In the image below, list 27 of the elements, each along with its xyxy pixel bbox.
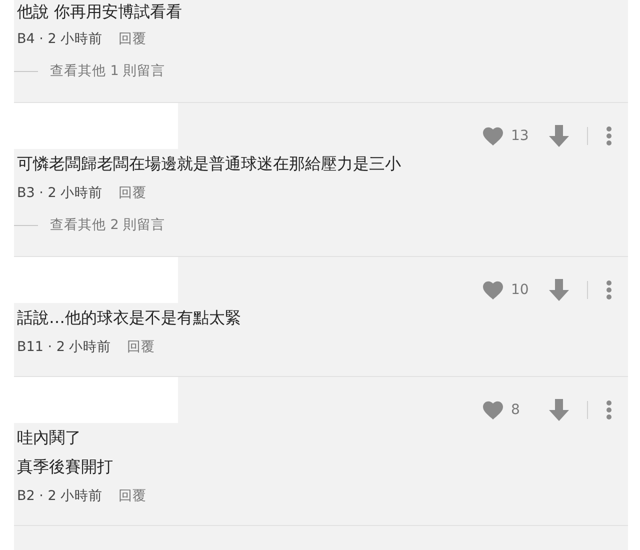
more-options-icon[interactable] [606,280,612,300]
comment-text: 哇內鬨了 [17,427,82,449]
view-replies-link[interactable]: 查看其他 2 則留言 [50,216,166,234]
like-count: 13 [511,128,529,144]
comment-text: 可憐老闆歸老闆在場邊就是普通球迷在那給壓力是三小 [17,153,402,175]
heart-icon[interactable] [482,400,504,420]
more-options-icon[interactable] [606,126,612,146]
heart-icon[interactable] [482,280,504,300]
like-count: 8 [511,402,521,418]
heart-icon[interactable] [482,126,504,146]
comment-text: 話說…他的球衣是不是有點太緊 [17,307,242,329]
like-count: 10 [511,282,529,298]
down-arrow-icon[interactable] [549,279,569,301]
comment-text: 真季後賽開打 [17,456,114,478]
more-options-icon[interactable] [606,400,612,420]
reply-link[interactable]: 回覆 [118,487,147,505]
reply-link[interactable]: 回覆 [118,30,147,48]
down-arrow-icon[interactable] [549,399,569,421]
reply-link[interactable]: 回覆 [118,184,147,202]
comment-meta: B2 · 2 小時前 [17,487,103,505]
comment-meta: B11 · 2 小時前 [17,338,112,356]
comment-text: 他說 你再用安博試看看 [17,1,184,23]
comment-meta: B4 · 2 小時前 [17,30,103,48]
comment-meta: B3 · 2 小時前 [17,184,103,202]
view-replies-link[interactable]: 查看其他 1 則留言 [50,62,166,80]
down-arrow-icon[interactable] [549,125,569,147]
reply-link[interactable]: 回覆 [127,338,156,356]
